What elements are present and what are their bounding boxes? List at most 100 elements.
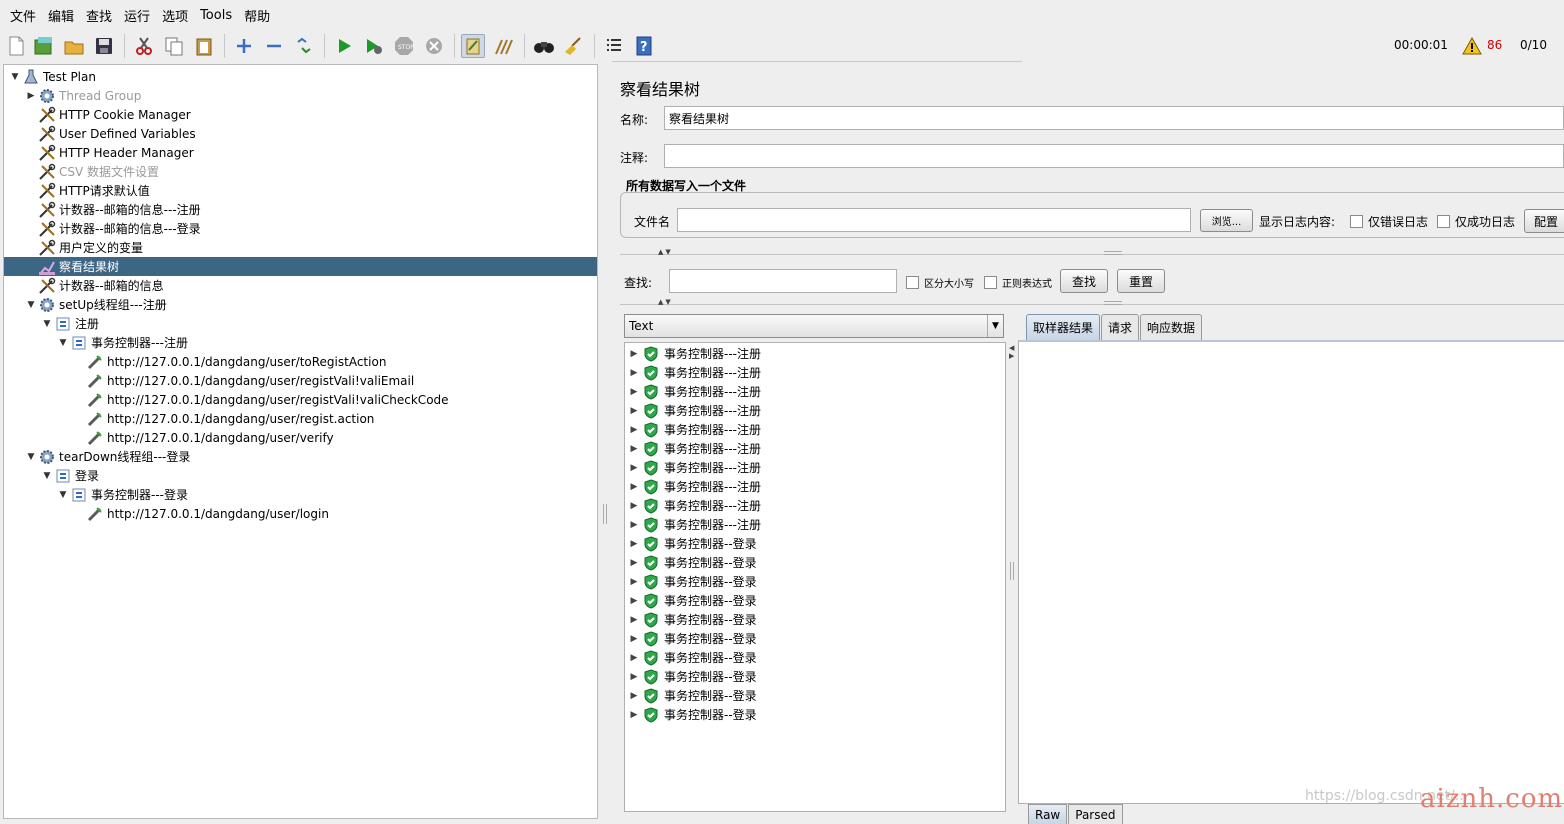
regex-box[interactable] [984,276,997,289]
subtab-parsed[interactable]: Parsed [1068,804,1123,824]
result-row[interactable]: ▶ 事务控制器---注册 [625,363,1005,382]
result-row[interactable]: ▶ 事务控制器--登录 [625,705,1005,724]
browse-button[interactable]: 浏览... [1200,209,1253,232]
tree-node[interactable]: http://127.0.0.1/dangdang/user/login [4,504,597,523]
menu-tools[interactable]: Tools [194,8,238,23]
menu-run[interactable]: 运行 [118,6,156,25]
result-row[interactable]: ▶ 事务控制器--登录 [625,610,1005,629]
collapsed-toggle-icon[interactable]: ▶ [625,710,643,720]
case-sensitive-checkbox[interactable]: 区分大小写 [906,275,974,290]
errors-only-box[interactable] [1350,215,1363,228]
start-icon[interactable] [332,34,356,58]
warning-icon[interactable] [1460,34,1484,58]
success-only-checkbox[interactable]: 仅成功日志 [1437,213,1515,230]
vertical-splitter[interactable] [600,64,610,819]
collapsed-toggle-icon[interactable]: ▶ [625,539,643,549]
result-row[interactable]: ▶ 事务控制器--登录 [625,629,1005,648]
tree-node[interactable]: ▼ Test Plan [4,67,597,86]
tree-node[interactable]: ▼ 事务控制器---登录 [4,485,597,504]
result-row[interactable]: ▶ 事务控制器---注册 [625,382,1005,401]
menu-options[interactable]: 选项 [156,6,194,25]
results-list[interactable]: ▶ 事务控制器---注册 ▶ 事务控制器---注册 ▶ 事务控制器---注册 ▶ 事务控制器-… [624,342,1006,812]
result-row[interactable]: ▶ 事务控制器---注册 [625,344,1005,363]
case-sensitive-box[interactable] [906,276,919,289]
expand-all-icon[interactable] [232,34,256,58]
tree-node[interactable]: ▼ 事务控制器---注册 [4,333,597,352]
menu-file[interactable]: 文件 [4,6,42,25]
expanded-toggle-icon[interactable]: ▼ [40,466,54,485]
search-input[interactable] [669,269,897,293]
horizontal-splitter-1[interactable]: ▲▼ [620,248,1564,258]
tab-request[interactable]: 请求 [1101,314,1140,340]
renderer-select[interactable]: Text ▼ [624,314,1004,338]
tree-node[interactable]: ▼ 注册 [4,314,597,333]
regex-checkbox[interactable]: 正则表达式 [984,275,1052,290]
collapsed-toggle-icon[interactable]: ▶ [625,577,643,587]
horizontal-splitter-2[interactable]: ▲▼ [620,298,1564,308]
search-button[interactable]: 查找 [1060,269,1108,293]
tree-node[interactable]: http://127.0.0.1/dangdang/user/registVal… [4,390,597,409]
tree-node[interactable]: 察看结果树 [4,257,597,276]
result-row[interactable]: ▶ 事务控制器---注册 [625,420,1005,439]
success-only-box[interactable] [1437,215,1450,228]
tree-node[interactable]: 计数器--邮箱的信息 [4,276,597,295]
result-row[interactable]: ▶ 事务控制器--登录 [625,534,1005,553]
binoculars-icon[interactable] [532,34,556,58]
tab-response-data[interactable]: 响应数据 [1140,314,1203,340]
result-row[interactable]: ▶ 事务控制器--登录 [625,686,1005,705]
tree-node[interactable]: 计数器--邮箱的信息---注册 [4,200,597,219]
result-row[interactable]: ▶ 事务控制器--登录 [625,591,1005,610]
collapsed-toggle-icon[interactable]: ▶ [625,691,643,701]
tree-node[interactable]: ▼ tearDown线程组---登录 [4,447,597,466]
collapsed-toggle-icon[interactable]: ▶ [625,425,643,435]
expanded-toggle-icon[interactable]: ▼ [8,67,22,86]
collapsed-toggle-icon[interactable]: ▶ [625,368,643,378]
collapsed-toggle-icon[interactable]: ▶ [625,387,643,397]
tab-sampler-result[interactable]: 取样器结果 [1026,314,1101,340]
collapsed-toggle-icon[interactable]: ▶ [625,406,643,416]
configure-button[interactable]: 配置 [1524,209,1564,233]
tree-node[interactable]: http://127.0.0.1/dangdang/user/toRegistA… [4,352,597,371]
collapsed-toggle-icon[interactable]: ▶ [625,653,643,663]
tree-node[interactable]: http://127.0.0.1/dangdang/user/regist.ac… [4,409,597,428]
open-icon[interactable] [62,34,86,58]
collapsed-toggle-icon[interactable]: ▶ [625,596,643,606]
collapsed-toggle-icon[interactable]: ▶ [625,520,643,530]
result-row[interactable]: ▶ 事务控制器--登录 [625,667,1005,686]
cut-icon[interactable] [132,34,156,58]
expanded-toggle-icon[interactable]: ▼ [56,485,70,504]
templates-icon[interactable] [32,34,56,58]
collapsed-toggle-icon[interactable]: ▶ [625,444,643,454]
result-row[interactable]: ▶ 事务控制器---注册 [625,458,1005,477]
tree-node[interactable]: 用户定义的变量 [4,238,597,257]
collapsed-toggle-icon[interactable]: ▶ [625,482,643,492]
tree-node[interactable]: http://127.0.0.1/dangdang/user/registVal… [4,371,597,390]
result-row[interactable]: ▶ 事务控制器---注册 [625,439,1005,458]
name-field[interactable] [664,106,1564,130]
collapsed-toggle-icon[interactable]: ▶ [625,615,643,625]
result-row[interactable]: ▶ 事务控制器---注册 [625,401,1005,420]
result-row[interactable]: ▶ 事务控制器--登录 [625,572,1005,591]
collapsed-toggle-icon[interactable]: ▶ [625,501,643,511]
shutdown-icon[interactable] [422,34,446,58]
expanded-toggle-icon[interactable]: ▼ [40,314,54,333]
subtab-raw[interactable]: Raw [1028,804,1068,824]
result-row[interactable]: ▶ 事务控制器---注册 [625,477,1005,496]
tree-node[interactable]: HTTP Cookie Manager [4,105,597,124]
menu-search[interactable]: 查找 [80,6,118,25]
broom-icon[interactable] [562,34,586,58]
menu-help[interactable]: 帮助 [238,6,276,25]
collapsed-toggle-icon[interactable]: ▶ [625,349,643,359]
collapse-all-icon[interactable] [262,34,286,58]
result-row[interactable]: ▶ 事务控制器--登录 [625,553,1005,572]
toggle-icon[interactable] [292,34,316,58]
comment-field[interactable] [664,144,1564,168]
collapsed-toggle-icon[interactable]: ▶ [24,86,38,105]
collapsed-toggle-icon[interactable]: ▶ [625,463,643,473]
new-icon[interactable] [4,34,28,58]
paste-icon[interactable] [192,34,216,58]
clear-all-icon[interactable] [492,34,516,58]
tree-node[interactable]: CSV 数据文件设置 [4,162,597,181]
expanded-toggle-icon[interactable]: ▼ [24,295,38,314]
reset-button[interactable]: 重置 [1117,269,1165,293]
